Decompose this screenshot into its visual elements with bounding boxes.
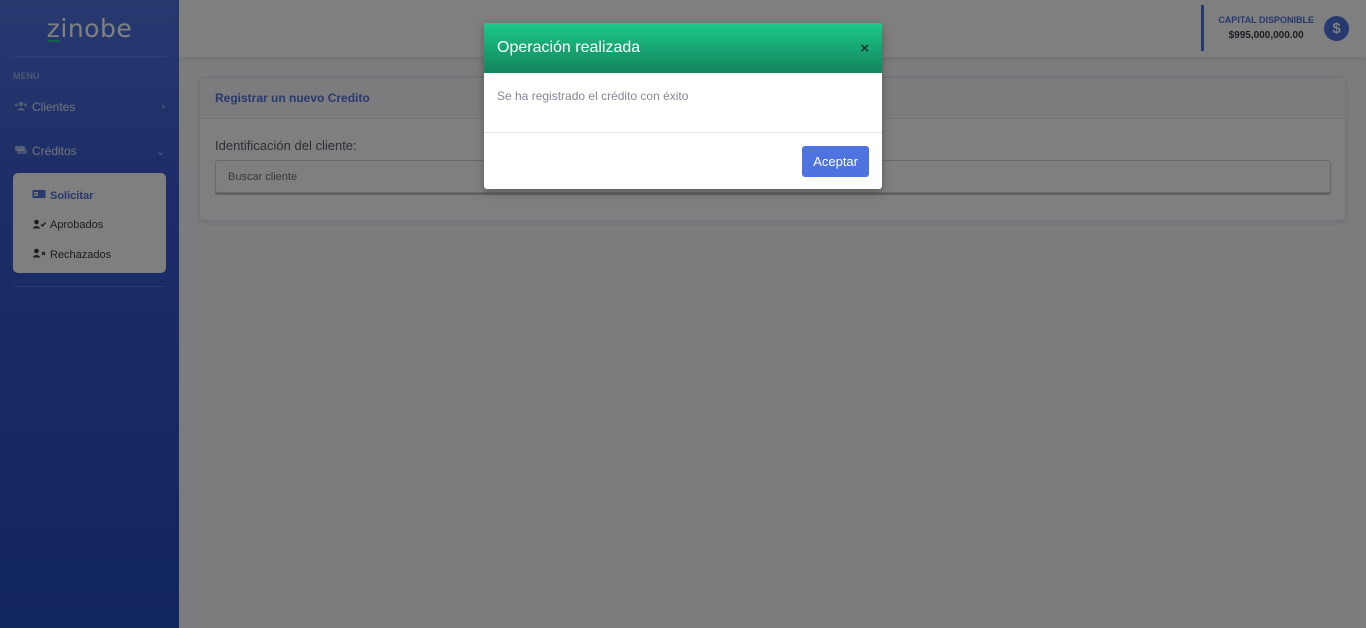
modal-message: Se ha registrado el crédito con éxito [484,73,882,133]
modal-footer: Aceptar [484,133,882,189]
modal-title: Operación realizada [497,39,641,56]
modal-header: Operación realizada × [484,23,882,73]
success-modal: Operación realizada × Se ha registrado e… [484,23,882,189]
accept-button[interactable]: Aceptar [802,145,869,177]
close-icon[interactable]: × [860,40,869,57]
